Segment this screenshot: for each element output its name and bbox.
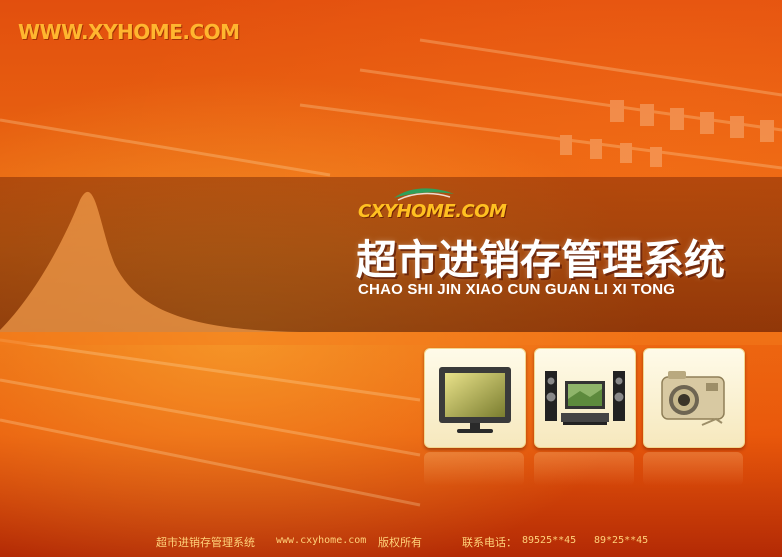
tile-home-theater[interactable] [534,348,636,448]
tile-camera[interactable] [643,348,745,448]
home-theater-icon [545,371,625,425]
brand-logo: CXYHOME.COM [358,201,507,222]
footer-phone-1: 89525**45 [522,535,577,546]
camera-icon [661,371,725,426]
footer-phone-label: 联系电话： [462,536,517,549]
tv-monitor-icon [439,367,511,433]
footer-system-name: 超市进销存管理系统 [156,536,255,549]
site-logo[interactable]: WWW.XYHOME.COM [18,20,240,44]
tile-reflection [643,452,743,486]
tile-reflection [424,452,524,486]
page-subtitle: CHAO SHI JIN XIAO CUN GUAN LI XI TONG [358,281,676,298]
brand-swoosh-icon [394,188,454,201]
footer-url-link[interactable]: www.cxyhome.com [276,535,366,546]
page-title: 超市进销存管理系统 [356,236,725,284]
footer: 超市进销存管理系统 www.cxyhome.com 版权所有 联系电话： 895… [0,530,782,552]
tile-tv[interactable] [424,348,526,448]
footer-phone-2: 89*25**45 [594,535,649,546]
tile-reflection [534,452,634,486]
footer-copyright: 版权所有 [378,536,422,549]
